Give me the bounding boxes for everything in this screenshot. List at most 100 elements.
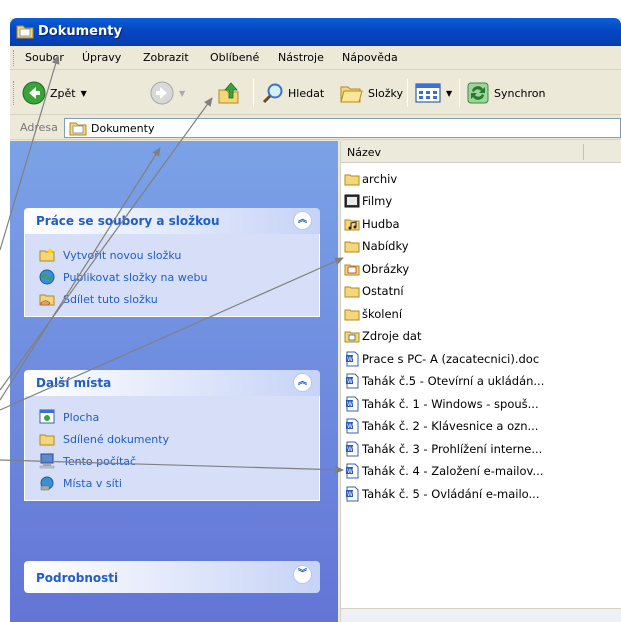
toolbar-separator <box>407 79 408 107</box>
file-item[interactable]: W Tahák č.5 - Otevírní a ukládán... <box>344 372 544 391</box>
file-item[interactable]: W Tahák č. 3 - Prohlížení interne... <box>344 439 542 458</box>
panel-file-tasks-title: Práce se soubory a složkou <box>36 214 220 228</box>
task-label: Tento počítač <box>63 454 137 468</box>
svg-text:W: W <box>347 491 353 498</box>
task-new-folder[interactable]: Vytvořit novou složku <box>25 244 319 266</box>
address-value: Dokumenty <box>91 122 155 135</box>
file-item[interactable]: W Tahák č. 1 - Windows - spouš... <box>344 394 539 413</box>
file-item[interactable]: W Tahák č. 5 - Ovládání e-mailo... <box>344 484 539 503</box>
panel-other-places: Další místa ︽ Plocha Sdílené dokumenty T… <box>24 370 320 501</box>
file-item[interactable]: Hudba <box>344 214 400 233</box>
desktop-icon <box>39 409 55 424</box>
expand-chevron-icon[interactable]: ︾ <box>293 565 312 584</box>
task-label: Sdílet tuto složku <box>63 292 158 306</box>
file-item[interactable]: archiv <box>344 169 397 188</box>
file-name: Tahák č. 1 - Windows - spouš... <box>362 396 539 411</box>
title-bar[interactable]: Dokumenty <box>10 18 621 46</box>
file-name: Tahák č. 2 - Klávesnice a ozn... <box>362 419 539 433</box>
up-folder-button[interactable] <box>217 79 241 107</box>
back-dropdown-icon[interactable]: ▼ <box>81 89 87 98</box>
video-folder-icon <box>344 194 360 208</box>
place-desktop[interactable]: Plocha <box>25 406 319 428</box>
column-header-name[interactable]: Název <box>341 141 621 163</box>
menubar-grip[interactable] <box>13 50 16 66</box>
menu-upravy[interactable]: Úpravy <box>82 51 121 64</box>
menu-soubor[interactable]: Soubor <box>25 51 64 64</box>
file-name: Zdroje dat <box>362 329 422 343</box>
file-item[interactable]: Obrázky <box>344 259 409 278</box>
search-button[interactable]: Hledat <box>262 79 324 107</box>
file-name: Nabídky <box>362 239 409 253</box>
file-item[interactable]: Filmy <box>344 192 392 211</box>
file-name: Obrázky <box>362 261 410 276</box>
file-name: Tahák č.5 - Otevírní a ukládán... <box>362 374 545 388</box>
forward-arrow-icon <box>150 81 174 105</box>
place-my-computer[interactable]: Tento počítač <box>25 450 319 472</box>
column-separator[interactable] <box>583 144 584 160</box>
documents-folder-icon <box>69 122 87 136</box>
menu-oblibene[interactable]: Oblíbené <box>210 51 259 64</box>
file-item[interactable]: Nabídky <box>344 237 409 256</box>
task-publish-web[interactable]: Publikovat složky na webu <box>25 266 319 288</box>
address-bar: Adresa Dokumenty <box>10 116 621 140</box>
folders-icon <box>340 86 363 103</box>
file-item[interactable]: W Prace s PC- A (zacatecnici).doc <box>344 349 539 368</box>
panel-other-places-header[interactable]: Další místa ︽ <box>24 370 320 396</box>
menu-bar: Soubor Úpravy Zobrazit Oblíbené Nástroje… <box>10 46 621 70</box>
file-item[interactable]: W Tahák č. 4 - Založení e-mailov... <box>344 462 543 481</box>
back-arrow-icon <box>22 81 46 105</box>
data-sources-icon <box>344 331 360 343</box>
file-name: Prace s PC- A (zacatecnici).doc <box>362 351 540 366</box>
task-label: Plocha <box>63 410 100 424</box>
sync-button[interactable]: Synchron <box>466 79 545 107</box>
panel-details: Podrobnosti ︾ <box>24 561 320 593</box>
folder-icon <box>344 309 360 320</box>
menu-zobrazit[interactable]: Zobrazit <box>143 51 189 64</box>
file-item[interactable]: Zdroje dat <box>344 327 421 346</box>
word-doc-icon: W <box>346 373 359 389</box>
file-name: Filmy <box>362 194 393 208</box>
panel-file-tasks-header[interactable]: Práce se soubory a složkou ︽ <box>24 208 320 234</box>
word-doc-icon: W <box>346 418 359 434</box>
collapse-chevron-icon[interactable]: ︽ <box>293 373 312 392</box>
pictures-folder-icon <box>344 264 360 275</box>
word-doc-icon: W <box>346 463 359 479</box>
menu-napoveda[interactable]: Nápověda <box>342 51 398 64</box>
toolbar-grip[interactable] <box>13 81 16 105</box>
views-button[interactable]: ▼ <box>415 79 452 107</box>
task-share-folder[interactable]: Sdílet tuto složku <box>25 288 319 310</box>
panel-other-places-title: Další místa <box>36 376 112 390</box>
horizontal-scrollbar[interactable] <box>341 608 621 622</box>
file-name: školení <box>362 306 403 321</box>
share-folder-icon <box>39 294 55 306</box>
file-name: archiv <box>362 171 398 186</box>
file-item[interactable]: W Tahák č. 2 - Klávesnice a ozn... <box>344 417 538 436</box>
toolbar: Zpět ▼ ▼ Hledat Složky ▼ Synchron <box>10 71 621 115</box>
explorer-window: Dokumenty Soubor Úpravy Zobrazit Oblíben… <box>10 18 621 622</box>
panel-details-header[interactable]: Podrobnosti ︾ <box>24 561 320 593</box>
menu-nastroje[interactable]: Nástroje <box>278 51 324 64</box>
place-shared-docs[interactable]: Sdílené dokumenty <box>25 428 319 450</box>
folder-icon <box>344 241 360 253</box>
collapse-chevron-icon[interactable]: ︽ <box>293 211 312 230</box>
place-network[interactable]: Místa v síti <box>25 472 319 494</box>
views-dropdown-icon[interactable]: ▼ <box>446 89 452 98</box>
file-item[interactable]: Ostatní <box>344 282 404 301</box>
search-label: Hledat <box>288 86 325 100</box>
search-icon <box>262 83 283 104</box>
forward-button[interactable]: ▼ <box>150 79 185 107</box>
folder-icon <box>344 286 360 298</box>
file-item[interactable]: školení <box>344 304 402 323</box>
file-list: Název archiv Filmy Hudba Nabídky Obrázky Osta… <box>340 141 621 622</box>
svg-text:W: W <box>347 468 353 475</box>
panel-file-tasks: Práce se soubory a složkou ︽ Vytvořit no… <box>24 208 320 317</box>
svg-text:W: W <box>347 423 353 430</box>
folders-button[interactable]: Složky <box>340 79 403 107</box>
task-label: Sdílené dokumenty <box>63 432 170 446</box>
word-doc-icon: W <box>346 441 359 456</box>
forward-dropdown-icon[interactable]: ▼ <box>179 89 185 98</box>
file-name: Ostatní <box>362 284 404 298</box>
address-input[interactable]: Dokumenty <box>64 118 621 138</box>
back-button[interactable]: Zpět ▼ <box>22 79 87 107</box>
word-doc-icon: W <box>346 486 359 501</box>
